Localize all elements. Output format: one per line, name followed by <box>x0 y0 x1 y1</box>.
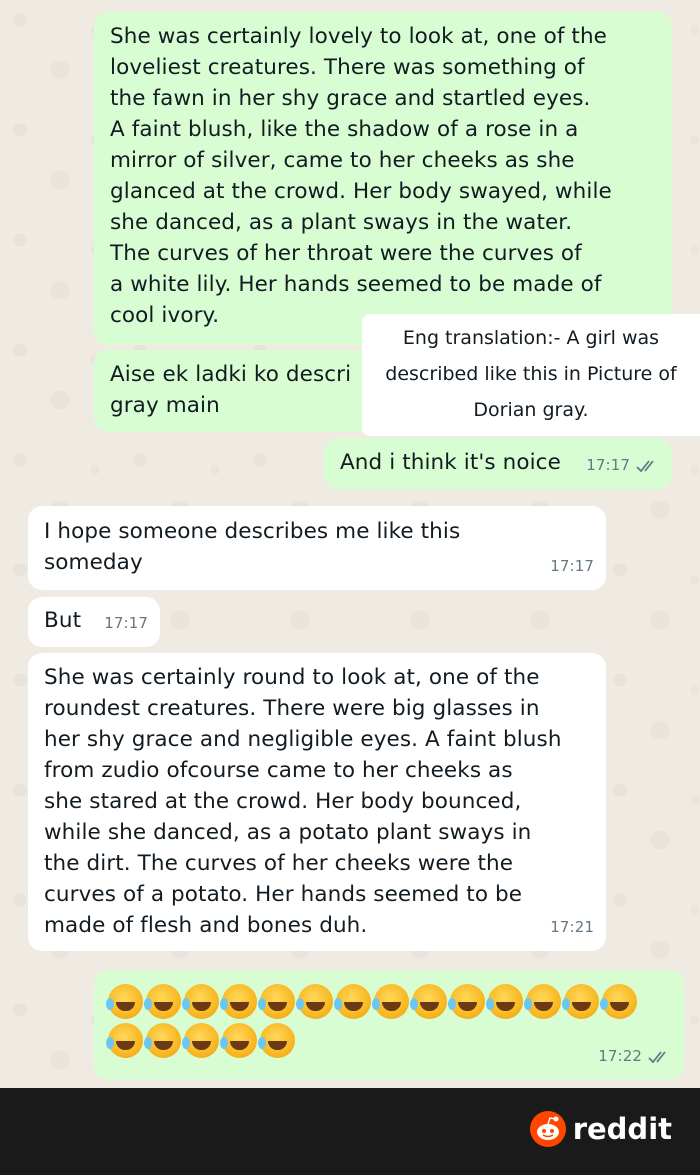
laughing-emoji-icon <box>486 984 523 1019</box>
translation-line: Dorian gray. <box>473 399 589 421</box>
laughing-emoji-icon <box>106 984 143 1019</box>
message-meta: 17:21 <box>550 912 594 943</box>
laughing-emoji-icon <box>220 1023 257 1058</box>
laughing-emoji-icon <box>372 984 409 1019</box>
laughing-emoji-icon <box>182 984 219 1019</box>
reddit-snoo-icon <box>529 1111 566 1147</box>
message-meta: 17:17 <box>586 450 658 481</box>
laughing-emoji-icon <box>448 984 485 1019</box>
message-time: 17:17 <box>550 557 594 575</box>
message-bubble-outgoing[interactable]: 17:22 <box>94 970 684 1080</box>
laughing-emoji-icon <box>334 984 371 1019</box>
translation-note: Eng translation:- A girl was described l… <box>362 314 700 436</box>
emoji-row <box>106 1023 670 1058</box>
message-text: I hope someone describes me like this so… <box>44 519 461 575</box>
laughing-emoji-icon <box>600 984 637 1019</box>
message-text: Aise ek ladki ko descri gray main <box>110 362 352 418</box>
message-meta: 17:17 <box>550 551 594 582</box>
message-time: 17:22 <box>598 1047 642 1065</box>
message-bubble-outgoing[interactable]: She was certainly lovely to look at, one… <box>94 12 672 345</box>
message-bubble-incoming[interactable]: I hope someone describes me like this so… <box>28 506 606 590</box>
message-bubble-outgoing[interactable]: Aise ek ladki ko descri gray main <box>94 350 394 432</box>
message-time: 17:17 <box>586 456 630 474</box>
reddit-logo: reddit <box>529 1110 672 1148</box>
translation-line: Eng translation:- A girl was <box>402 327 660 349</box>
laughing-emoji-icon <box>258 984 295 1019</box>
laughing-emoji-icon <box>106 1023 143 1058</box>
laughing-emoji-icon <box>220 984 257 1019</box>
message-bubble-incoming[interactable]: She was certainly round to look at, one … <box>28 653 606 951</box>
footer-bar: reddit <box>0 1088 700 1175</box>
emoji-row <box>106 984 670 1019</box>
message-time: 17:21 <box>550 918 594 936</box>
laughing-emoji-icon <box>144 984 181 1019</box>
message-bubble-incoming[interactable]: But 17:17 <box>28 597 160 647</box>
message-meta: 17:17 <box>104 608 148 639</box>
message-text: She was certainly round to look at, one … <box>44 665 562 938</box>
laughing-emoji-icon <box>258 1023 295 1058</box>
emoji-group <box>106 984 670 1058</box>
laughing-emoji-icon <box>296 984 333 1019</box>
laughing-emoji-icon <box>524 984 561 1019</box>
double-check-icon <box>648 1050 666 1063</box>
laughing-emoji-icon <box>410 984 447 1019</box>
message-meta: 17:22 <box>598 1041 670 1072</box>
message-text: She was certainly lovely to look at, one… <box>110 24 612 328</box>
laughing-emoji-icon <box>144 1023 181 1058</box>
double-check-icon <box>636 459 654 472</box>
message-bubble-outgoing[interactable]: And i think it's noice 17:17 <box>324 438 672 489</box>
message-time: 17:17 <box>104 614 148 632</box>
reddit-wordmark: reddit <box>572 1112 672 1146</box>
translation-line: described like this in Picture of <box>385 363 677 385</box>
laughing-emoji-icon <box>562 984 599 1019</box>
chat-background: She was certainly lovely to look at, one… <box>0 0 700 1088</box>
laughing-emoji-icon <box>182 1023 219 1058</box>
